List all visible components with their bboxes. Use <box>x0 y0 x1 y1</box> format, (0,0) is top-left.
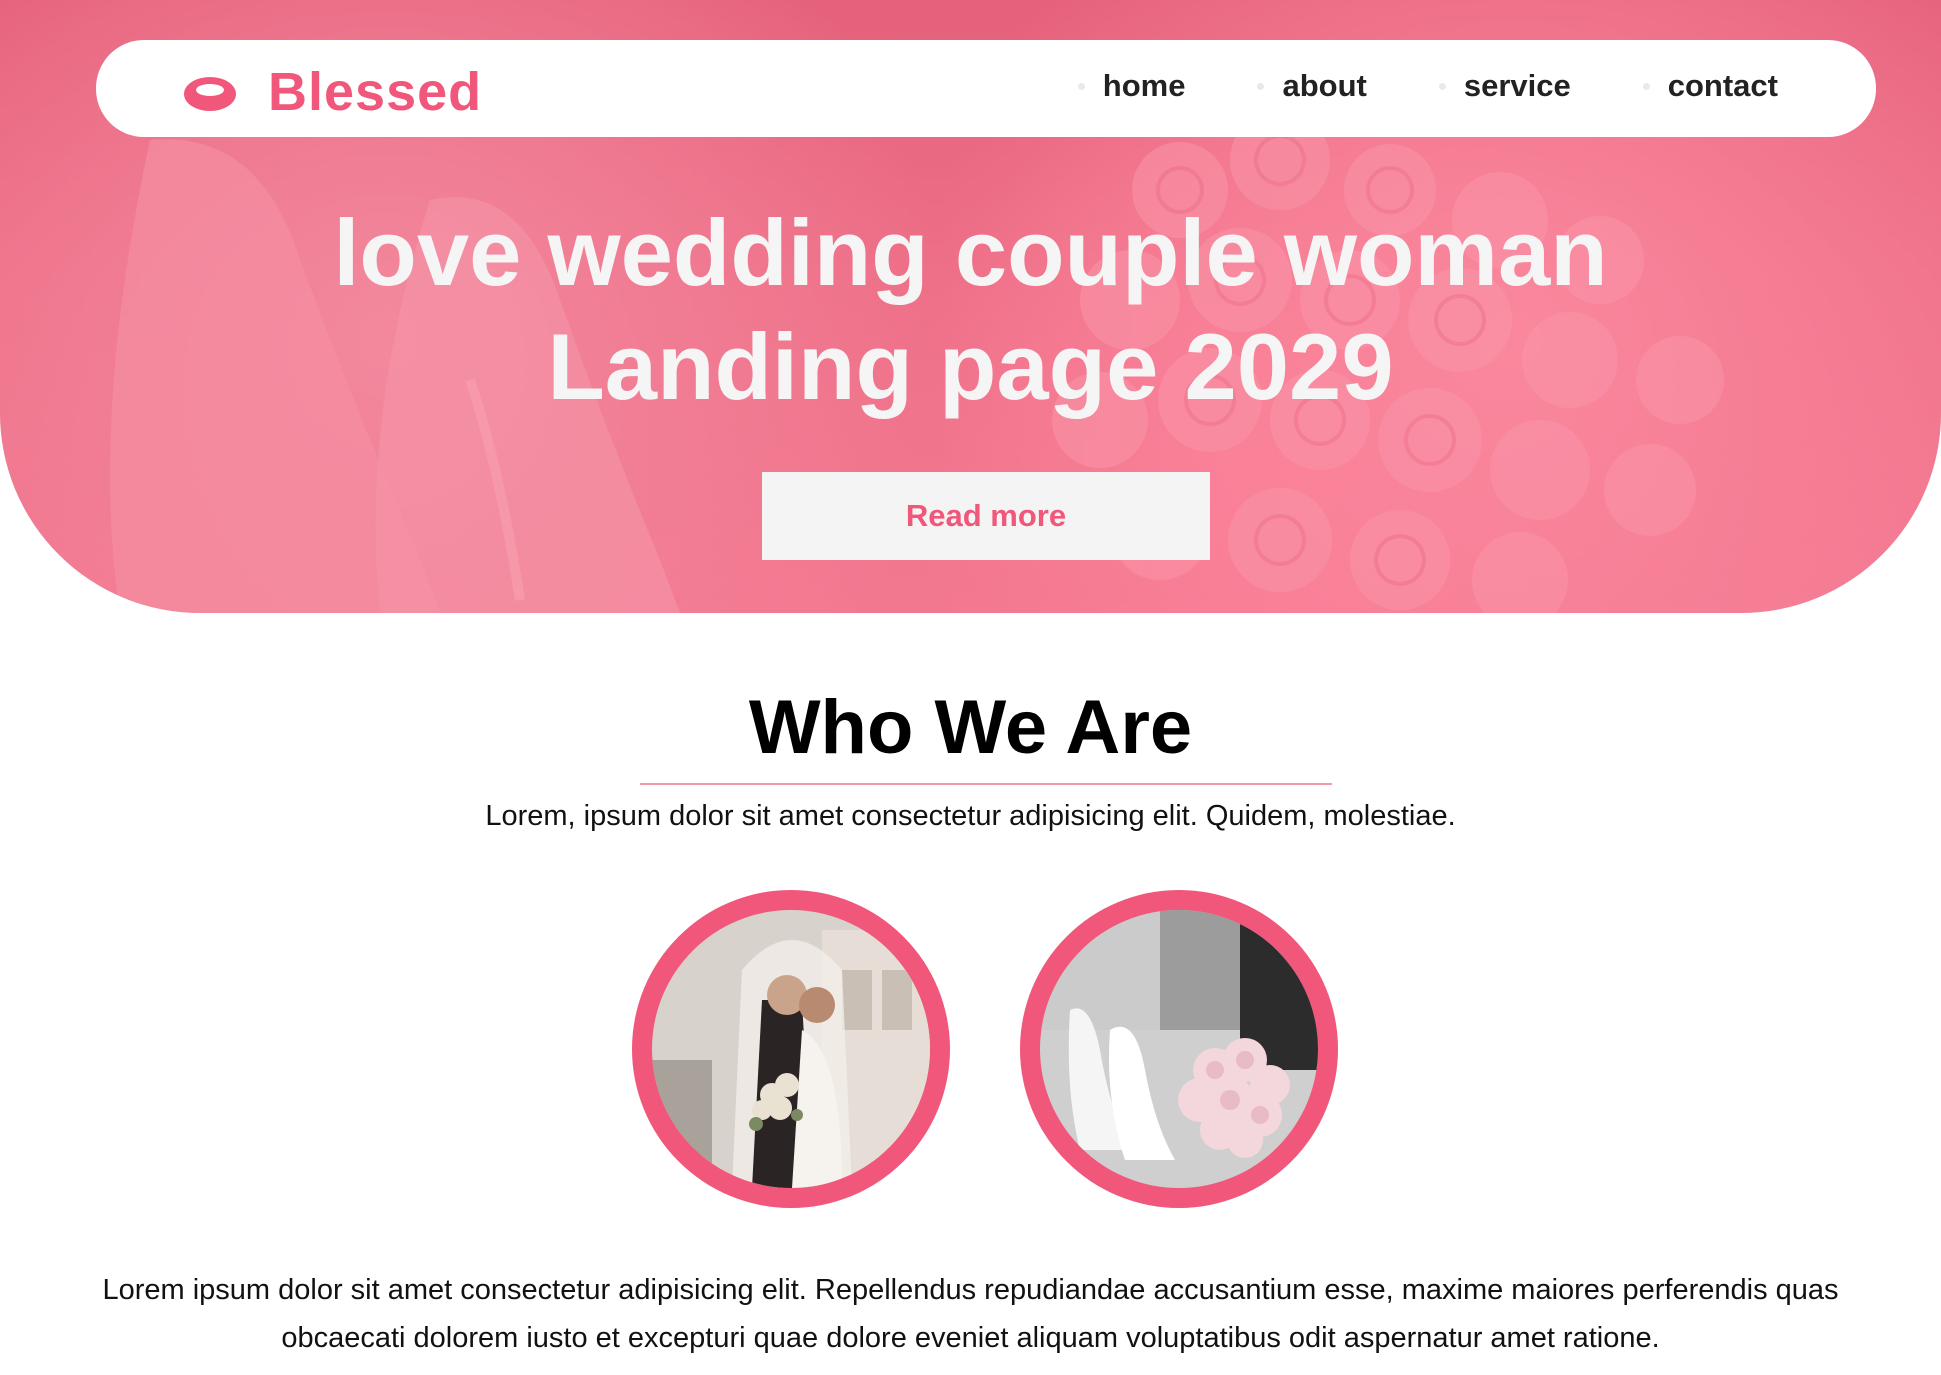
brand-name: Blessed <box>268 62 483 122</box>
nav-label: contact <box>1667 68 1778 103</box>
nav-item-home[interactable]: home <box>1077 68 1186 104</box>
read-more-button[interactable]: Read more <box>762 472 1210 560</box>
nav-item-service[interactable]: service <box>1438 68 1571 104</box>
photo-frame-couple <box>632 890 950 1208</box>
navbar: Blessed home about service contact <box>96 40 1876 137</box>
ring-icon <box>184 77 236 111</box>
bullet-icon <box>1438 82 1446 90</box>
nav-label: service <box>1463 68 1571 103</box>
brand-logo[interactable]: Blessed <box>182 61 482 123</box>
wedding-shoes-bouquet-photo <box>1040 910 1318 1188</box>
wedding-shoes-image <box>1040 910 1318 1188</box>
about-paragraph: Lorem ipsum dolor sit amet consectetur a… <box>102 1274 1839 1354</box>
wedding-couple-image <box>652 910 930 1188</box>
bullet-icon <box>1077 82 1085 90</box>
section-title: Who We Are <box>748 685 1193 770</box>
hero-title-line-1: love wedding couple woman <box>333 200 1608 305</box>
nav-item-about[interactable]: about <box>1257 68 1367 104</box>
nav-label: about <box>1282 68 1367 103</box>
hero-title: love wedding couple woman Landing page 2… <box>0 196 1941 424</box>
wedding-couple-photo <box>652 910 930 1188</box>
photo-frame-shoes <box>1020 890 1338 1208</box>
nav-item-contact[interactable]: contact <box>1642 68 1778 104</box>
hero-title-line-2: Landing page 2029 <box>547 314 1394 419</box>
bullet-icon <box>1257 82 1265 90</box>
section-divider <box>640 783 1332 785</box>
section-subtitle: Lorem, ipsum dolor sit amet consectetur … <box>485 800 1456 832</box>
bullet-icon <box>1642 82 1650 90</box>
nav-links: home about service contact <box>1077 68 1778 104</box>
nav-label: home <box>1102 68 1186 103</box>
